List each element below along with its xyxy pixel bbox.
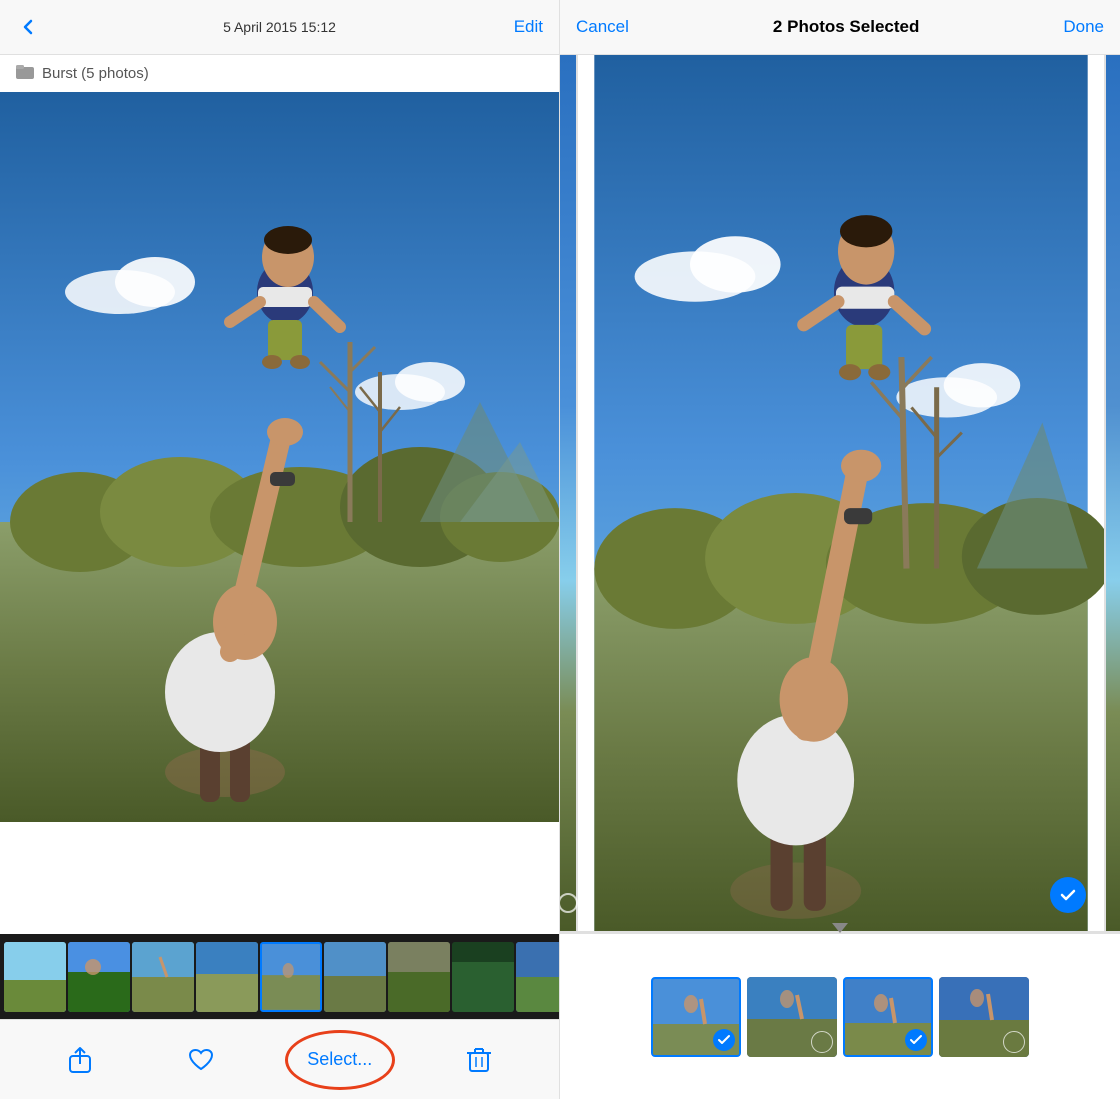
burst-thumb-3[interactable] xyxy=(843,977,933,1057)
delete-button[interactable] xyxy=(465,1046,493,1074)
burst-thumbnails-row xyxy=(651,977,1029,1057)
right-panel: Cancel 2 Photos Selected Done xyxy=(560,0,1120,1099)
right-sliver xyxy=(1104,55,1120,931)
filmstrip-thumb-1[interactable] xyxy=(4,942,66,1012)
burst-thumb-1-check xyxy=(713,1029,735,1051)
burst-thumb-2-check-empty xyxy=(811,1031,833,1053)
photo-selected-checkmark xyxy=(1050,877,1086,913)
share-button[interactable] xyxy=(66,1046,94,1074)
select-button-container: Select... xyxy=(307,1049,372,1070)
done-button[interactable]: Done xyxy=(1063,17,1104,37)
filmstrip-thumb-4[interactable] xyxy=(196,942,258,1012)
burst-selection-strip xyxy=(560,934,1120,1099)
folder-icon xyxy=(16,65,34,82)
main-photo-left[interactable] xyxy=(0,92,559,934)
edit-button[interactable]: Edit xyxy=(514,17,543,37)
filmstrip-thumb-7[interactable] xyxy=(388,942,450,1012)
burst-thumb-4[interactable] xyxy=(939,977,1029,1057)
back-button[interactable] xyxy=(16,15,40,39)
burst-thumb-4-check-empty xyxy=(1003,1031,1025,1053)
like-button[interactable] xyxy=(187,1046,215,1074)
divider-arrow xyxy=(832,923,848,933)
bottom-toolbar: Select... xyxy=(0,1019,559,1099)
cancel-button[interactable]: Cancel xyxy=(576,17,629,37)
right-header: Cancel 2 Photos Selected Done xyxy=(560,0,1120,55)
divider-bar xyxy=(560,931,1120,934)
right-main-area xyxy=(560,55,1120,931)
left-sliver xyxy=(560,55,578,931)
burst-thumb-2[interactable] xyxy=(747,977,837,1057)
select-button[interactable]: Select... xyxy=(307,1049,372,1070)
filmstrip-thumb-8[interactable] xyxy=(452,942,514,1012)
filmstrip xyxy=(0,934,559,1019)
filmstrip-thumb-2[interactable] xyxy=(68,942,130,1012)
photo-date-time: 5 April 2015 15:12 xyxy=(223,19,336,35)
burst-text: Burst (5 photos) xyxy=(42,65,149,82)
left-sliver-check xyxy=(560,893,578,913)
burst-label: Burst (5 photos) xyxy=(0,55,559,92)
filmstrip-thumb-6[interactable] xyxy=(324,942,386,1012)
selection-count-label: 2 Photos Selected xyxy=(773,17,919,37)
burst-thumb-1[interactable] xyxy=(651,977,741,1057)
left-header: 5 April 2015 15:12 Edit xyxy=(0,0,559,55)
filmstrip-thumb-5[interactable] xyxy=(260,942,322,1012)
filmstrip-thumb-3[interactable] xyxy=(132,942,194,1012)
right-main-photo[interactable] xyxy=(578,55,1104,931)
left-panel: 5 April 2015 15:12 Edit Burst (5 photos) xyxy=(0,0,560,1099)
filmstrip-thumb-9[interactable] xyxy=(516,942,559,1012)
burst-thumb-3-check xyxy=(905,1029,927,1051)
